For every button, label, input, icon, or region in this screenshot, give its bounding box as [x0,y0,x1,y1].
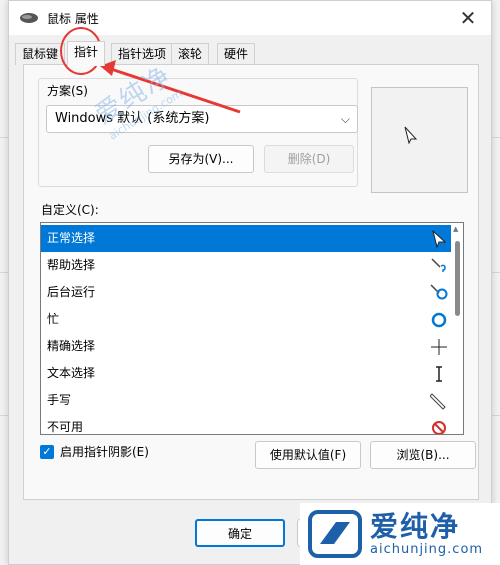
browse-button[interactable]: 浏览(B)... [370,441,476,469]
arrow-cursor-icon [432,230,447,248]
window-title: 鼠标 属性 [47,12,99,26]
list-item-label: 手写 [47,393,72,407]
list-item[interactable]: 正常选择 [41,225,462,252]
list-item[interactable]: 后台运行 [41,279,462,306]
ok-button[interactable]: 确定 [195,519,285,547]
delete-button[interactable]: 删除(D) [264,145,354,173]
list-item-label: 帮助选择 [47,258,96,272]
cursor-list: 正常选择 帮助选择 后台运行 忙 精确选择 文本选择 手写 不可用 ▲ [40,222,464,435]
crosshair-cursor-icon [431,339,447,355]
list-item-label: 后台运行 [47,285,96,299]
list-item-label: 精确选择 [47,339,96,353]
help-cursor-icon [431,258,446,272]
customize-label: 自定义(C): [41,203,99,217]
tab-pointers[interactable]: 指针 [67,41,106,66]
brand-name: 爱纯净 [370,509,461,543]
list-item-label: 忙 [47,312,60,326]
pen-cursor-icon [430,393,446,410]
list-item[interactable]: 帮助选择 [41,252,462,279]
scroll-up-icon[interactable]: ▲ [453,225,461,233]
use-default-button[interactable]: 使用默认值(F) [255,441,361,469]
checkmark-icon: ✓ [42,445,52,458]
ibeam-cursor-icon [436,366,442,382]
pointer-shadow-checkbox-row[interactable]: ✓ 启用指针阴影(E) [40,443,149,460]
pointer-shadow-label: 启用指针阴影(E) [60,445,149,459]
list-item-label: 文本选择 [47,366,96,380]
scheme-label: 方案(S) [47,84,88,98]
chevron-down-icon: ⌵ [340,112,350,126]
unavailable-cursor-icon [432,421,446,434]
scheme-dropdown[interactable]: Windows 默认 (系统方案) ⌵ [46,105,358,133]
working-in-background-cursor-icon [430,284,448,300]
tab-pointer-options[interactable]: 指针选项 [111,43,174,65]
close-icon: ✕ [459,6,477,30]
list-item-label: 正常选择 [47,231,96,245]
list-item-label: 不可用 [47,420,84,434]
arrow-cursor-preview-icon [404,126,418,144]
mouse-properties-dialog: 鼠标 属性 ✕ 鼠标键 指针 指针选项 滚轮 硬件 方案(S) Windows … [8,0,492,565]
title-bar: 鼠标 属性 ✕ [9,1,491,35]
list-item[interactable]: 文本选择 [41,360,462,387]
list-item[interactable]: 精确选择 [41,333,462,360]
close-button[interactable]: ✕ [453,5,483,31]
tab-hardware[interactable]: 硬件 [217,43,256,65]
pointers-tab-panel: 方案(S) Windows 默认 (系统方案) ⌵ 另存为(V)... 删除(D… [23,64,479,500]
list-scrollbar[interactable]: ▲ [451,223,463,434]
pointer-shadow-checkbox[interactable]: ✓ [40,444,54,459]
scheme-selected-value: Windows 默认 (系统方案) [55,111,210,126]
brand-text: 爱纯净 aichunjing.com [370,509,484,557]
tab-wheel[interactable]: 滚轮 [171,43,210,65]
brand-logo-block: 爱纯净 aichunjing.com [300,503,500,565]
cursor-preview [371,87,468,193]
scroll-thumb[interactable] [455,241,460,316]
list-item[interactable]: 忙 [41,306,462,333]
brand-logo-icon [308,510,362,558]
list-item[interactable]: 不可用 [41,414,462,434]
tab-mouse-buttons[interactable]: 鼠标键 [15,43,66,65]
list-item[interactable]: 手写 [41,387,462,414]
busy-cursor-icon [431,312,447,328]
brand-url: aichunjing.com [370,541,484,557]
mouse-icon [20,13,38,23]
save-as-button[interactable]: 另存为(V)... [148,145,254,173]
